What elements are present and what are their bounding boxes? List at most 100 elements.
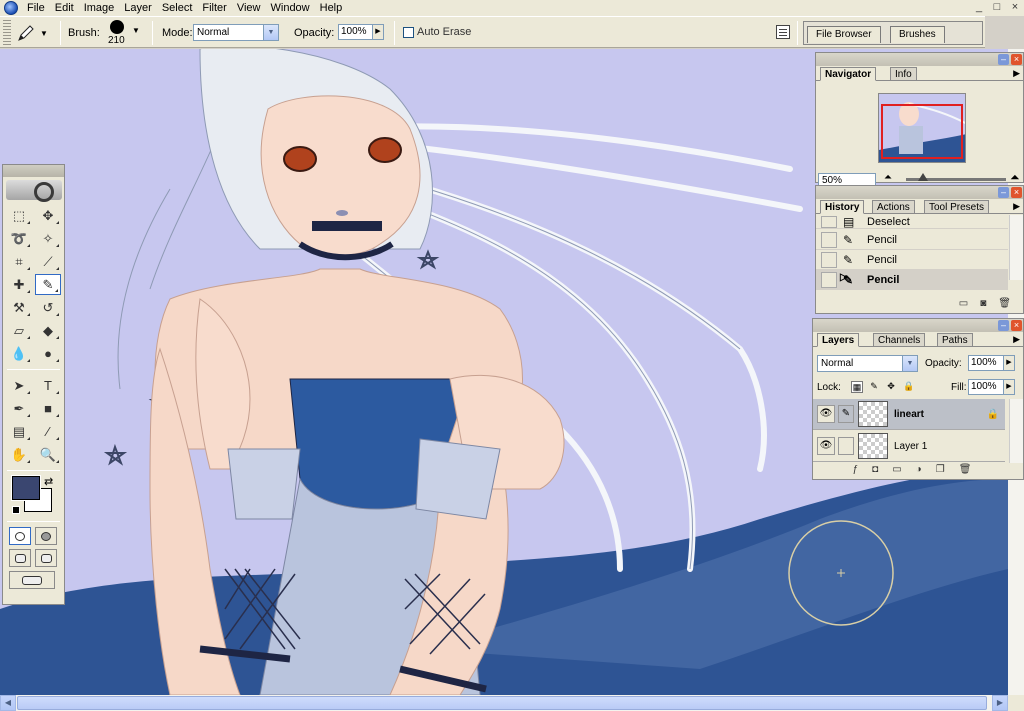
history-snapshot-toggle[interactable] <box>821 271 837 288</box>
type-tool-icon[interactable]: T <box>35 375 61 396</box>
lock-transparency-icon[interactable]: ▦ <box>851 381 863 393</box>
crop-tool-icon[interactable]: ⌗ <box>6 251 32 272</box>
history-title-bar[interactable]: – × <box>816 186 1023 199</box>
default-colors-icon[interactable] <box>12 506 20 514</box>
palette-menu-icon[interactable] <box>776 25 790 39</box>
trash-icon[interactable]: 🗑 <box>959 464 972 479</box>
chevron-right-icon[interactable]: ▶ <box>1003 356 1014 370</box>
rectangle-tool-icon[interactable]: ■ <box>35 398 61 419</box>
history-item[interactable]: ✎ Pencil <box>816 230 1008 250</box>
zoom-out-icon[interactable]: ⏶ <box>884 172 892 183</box>
path-selection-tool-icon[interactable]: ➤ <box>6 375 32 396</box>
restore-button[interactable]: □ <box>988 0 1006 16</box>
menu-view[interactable]: View <box>232 0 266 16</box>
toolbox-logo[interactable] <box>3 177 64 203</box>
lasso-tool-icon[interactable]: ➰ <box>6 228 32 249</box>
quick-mask-button[interactable] <box>35 527 57 545</box>
full-screen-menu-mode-button[interactable] <box>35 549 57 567</box>
navigator-thumbnail[interactable] <box>878 93 966 163</box>
layer-row[interactable]: 👁 Layer 1 <box>813 431 1005 462</box>
trash-icon[interactable]: 🗑 <box>998 298 1011 313</box>
opacity-field[interactable]: 100% ▶ <box>338 24 384 40</box>
lock-position-icon[interactable]: ✥ <box>885 381 897 393</box>
layer-mask-icon[interactable]: ◘ <box>872 464 878 479</box>
pencil-tool-icon[interactable]: ✎ <box>35 274 61 295</box>
chevron-right-icon[interactable]: ▶ <box>1003 380 1014 394</box>
tab-info[interactable]: Info <box>890 67 917 81</box>
menu-layer[interactable]: Layer <box>119 0 157 16</box>
minimize-button[interactable]: _ <box>970 0 988 16</box>
tab-layers[interactable]: Layers <box>817 333 860 347</box>
eye-icon[interactable]: 👁 <box>817 405 835 423</box>
brush-picker-chevron-icon[interactable]: ▼ <box>132 26 140 35</box>
slice-tool-icon[interactable]: ⟋ <box>35 251 61 272</box>
navigator-zoom-slider[interactable] <box>906 173 1006 181</box>
auto-erase-checkbox[interactable] <box>403 26 414 38</box>
history-item[interactable]: ▤ Deselect <box>816 215 1008 229</box>
options-bar-grip[interactable] <box>3 20 11 46</box>
notes-tool-icon[interactable]: ▤ <box>6 421 32 442</box>
close-icon[interactable]: × <box>1011 187 1022 198</box>
panel-menu-arrow-icon[interactable]: ▶ <box>1013 201 1020 212</box>
history-snapshot-toggle[interactable] <box>821 251 837 268</box>
menu-file[interactable]: File <box>22 0 50 16</box>
menu-window[interactable]: Window <box>266 0 315 16</box>
minimize-icon[interactable]: – <box>998 320 1009 331</box>
history-snapshot-toggle[interactable] <box>821 231 837 248</box>
layer-thumbnail[interactable] <box>858 433 888 459</box>
eraser-tool-icon[interactable]: ▱ <box>6 320 32 341</box>
scroll-left-arrow-icon[interactable]: ◀ <box>0 695 16 711</box>
horizontal-scroll-thumb[interactable] <box>17 696 987 710</box>
pen-tool-icon[interactable]: ✒ <box>6 398 32 419</box>
close-button[interactable]: × <box>1006 0 1024 16</box>
dodge-tool-icon[interactable]: ● <box>35 343 61 364</box>
marquee-tool-icon[interactable]: ⬚ <box>6 205 32 226</box>
move-tool-icon[interactable]: ✥ <box>35 205 61 226</box>
brush-link-icon[interactable] <box>838 437 854 455</box>
mode-select[interactable]: Normal ▼ <box>193 24 279 41</box>
swap-colors-icon[interactable]: ⇄ <box>44 475 53 488</box>
toolbox-title-bar[interactable] <box>3 165 64 177</box>
auto-erase-option[interactable]: Auto Erase <box>403 26 471 38</box>
history-item-current[interactable]: ▷ ✎ Pencil <box>816 270 1008 290</box>
layer-opacity-field[interactable]: 100% ▶ <box>968 355 1015 371</box>
clone-stamp-tool-icon[interactable]: ⚒ <box>6 297 32 318</box>
standard-screen-mode-button[interactable] <box>9 549 31 567</box>
tab-history[interactable]: History <box>820 200 865 214</box>
fill-field[interactable]: 100% ▶ <box>968 379 1015 395</box>
zoom-in-icon[interactable]: ⏶ <box>1010 170 1020 185</box>
new-snapshot-icon[interactable]: ◙ <box>980 298 986 313</box>
brush-preview[interactable] <box>110 20 124 34</box>
menu-filter[interactable]: Filter <box>197 0 231 16</box>
tab-navigator[interactable]: Navigator <box>820 67 877 81</box>
app-logo-icon[interactable] <box>4 1 18 15</box>
zoom-slider-knob[interactable] <box>918 173 928 181</box>
panel-menu-arrow-icon[interactable]: ▶ <box>1013 334 1020 345</box>
lock-all-icon[interactable]: 🔒 <box>903 381 915 393</box>
blur-tool-icon[interactable]: 💧 <box>6 343 32 364</box>
menu-edit[interactable]: Edit <box>50 0 79 16</box>
brush-link-icon[interactable]: ✎ <box>838 405 854 423</box>
tool-preset-picker[interactable]: ▼ <box>16 23 58 43</box>
minimize-icon[interactable]: – <box>998 54 1009 65</box>
layer-row[interactable]: 👁 ✎ lineart 🔒 <box>813 399 1005 430</box>
tab-actions[interactable]: Actions <box>872 200 915 214</box>
layers-title-bar[interactable]: – × <box>813 319 1023 332</box>
new-group-icon[interactable]: ▭ <box>892 464 901 479</box>
panel-menu-arrow-icon[interactable]: ▶ <box>1013 68 1020 79</box>
layer-style-icon[interactable]: ƒ <box>853 464 859 479</box>
history-snapshot-toggle[interactable] <box>821 215 837 228</box>
menu-image[interactable]: Image <box>79 0 120 16</box>
eye-icon[interactable]: 👁 <box>817 437 835 455</box>
history-brush-tool-icon[interactable]: ↺ <box>35 297 61 318</box>
layers-scrollbar[interactable] <box>1009 399 1023 463</box>
tab-tool-presets[interactable]: Tool Presets <box>924 200 990 214</box>
close-icon[interactable]: × <box>1011 320 1022 331</box>
tab-file-browser[interactable]: File Browser <box>807 26 881 43</box>
lock-image-icon[interactable]: ✎ <box>868 381 880 393</box>
magic-wand-tool-icon[interactable]: ✧ <box>35 228 61 249</box>
scroll-right-arrow-icon[interactable]: ▶ <box>992 695 1008 711</box>
adjustment-layer-icon[interactable]: ◑ <box>916 464 922 479</box>
navigator-title-bar[interactable]: – × <box>816 53 1023 66</box>
new-layer-icon[interactable]: ❐ <box>936 464 945 479</box>
